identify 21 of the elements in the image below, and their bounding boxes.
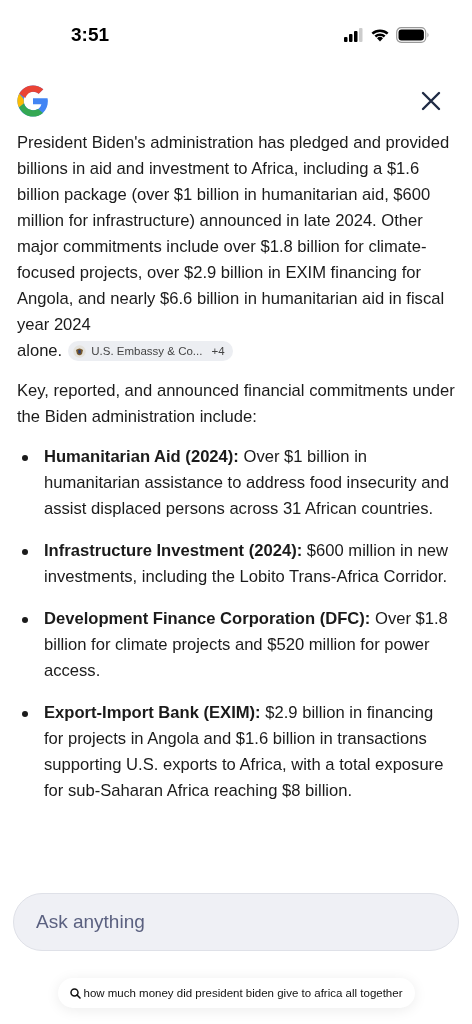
answer-paragraph-end: alone. [17, 340, 63, 362]
source-chip[interactable]: U.S. Embassy & Co... +4 [68, 341, 233, 361]
wifi-icon [370, 28, 390, 42]
bullet-icon [22, 711, 28, 717]
bullet-icon [22, 617, 28, 623]
seal-icon [73, 344, 87, 358]
battery-icon [396, 27, 430, 43]
bullet-text: Humanitarian Aid (2024): Over $1 billion in humanitarian assistance to address food insecurity and assist displaced persons across 31 African countries. [44, 446, 450, 520]
intro-text: Key, reported, and announced financial commitments under the Biden administration include: [17, 380, 455, 428]
signal-icon [344, 28, 364, 42]
ask-field[interactable]: Ask anything [13, 893, 459, 951]
bullet-text: Development Finance Corporation (DFC): Over $1.8 billion for climate projects and $520 million for power access. [44, 608, 449, 682]
query-chip[interactable]: how much money did president biden give to africa all together [57, 978, 415, 1008]
bullet-text: Infrastructure Investment (2024): $600 million in new investments, including the Lobito Trans-Africa Corridor. [44, 540, 449, 588]
status-time: 3:51 [71, 24, 110, 46]
bullet-text: Export-Import Bank (EXIM): $2.9 billion in financing for projects in Angola and $1.6 billion in transactions supporting U.S. exports to Africa, with a total exposure for sub-Saharan Africa reaching $8 billion. [44, 702, 445, 802]
bullet-icon [22, 455, 28, 461]
bullet-icon [22, 549, 28, 555]
google-logo-icon [16, 84, 50, 118]
close-icon[interactable] [421, 91, 441, 111]
search-icon [69, 987, 81, 999]
